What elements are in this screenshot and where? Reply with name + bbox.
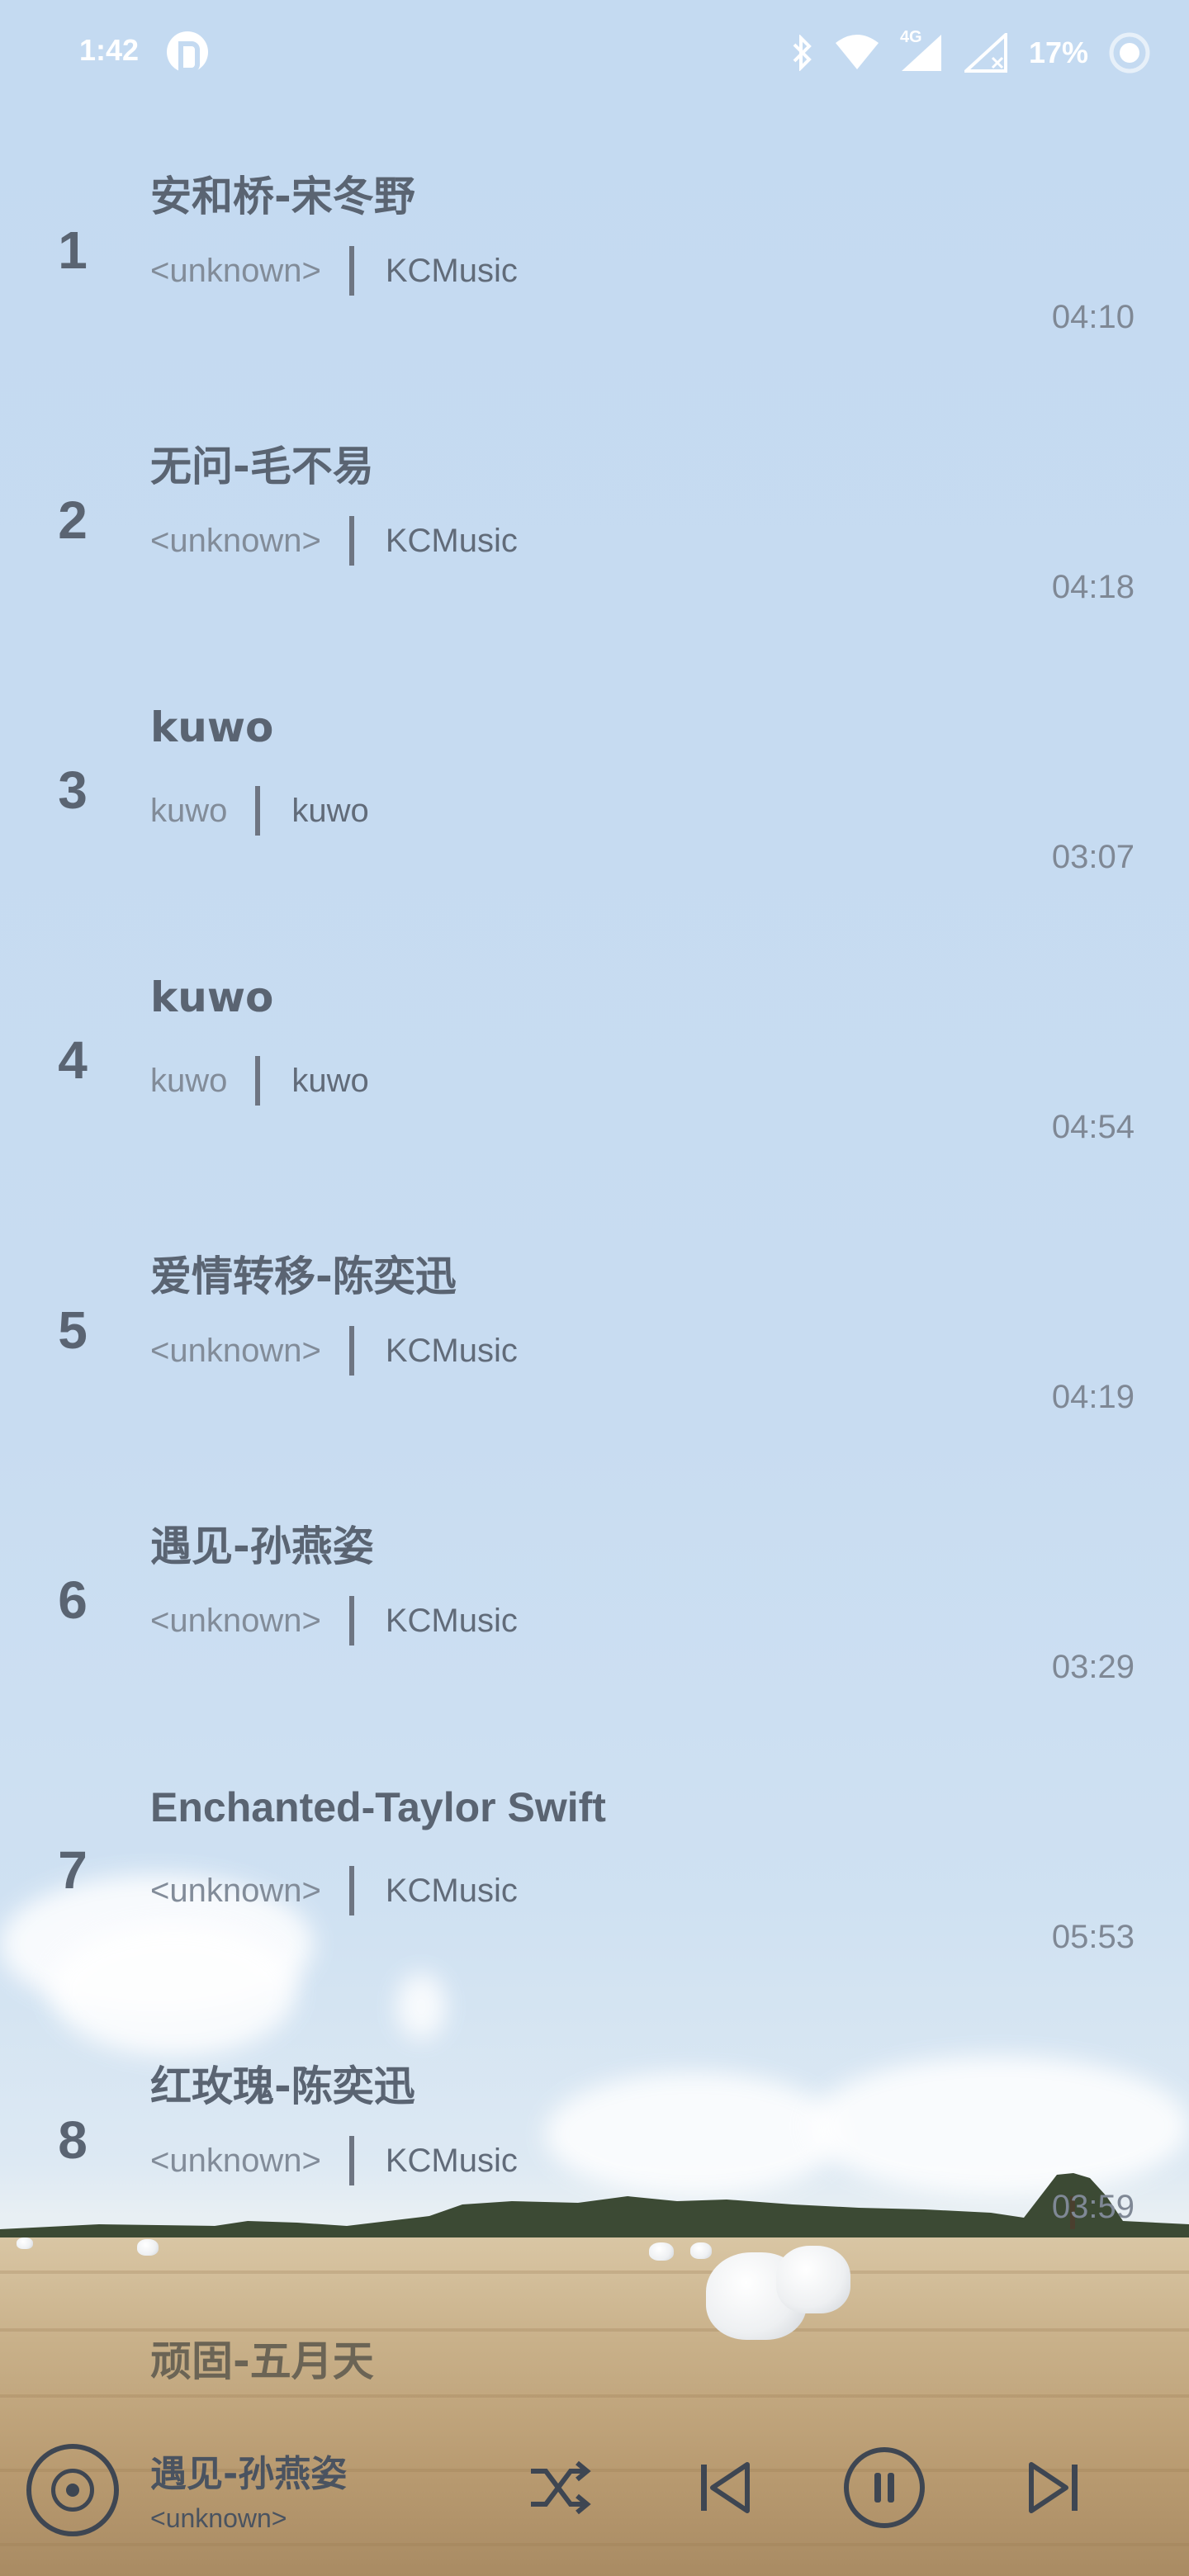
play-pause-button[interactable] xyxy=(839,2442,930,2533)
divider xyxy=(348,1866,354,1915)
song-artist: kuwo xyxy=(150,1062,228,1099)
list-item[interactable]: 1 安和桥-宋冬野 <unknown> KCMusic 04:10 xyxy=(0,140,1189,410)
song-title: 无问-毛不易 xyxy=(150,443,374,490)
shuffle-icon xyxy=(531,2460,591,2515)
song-album: kuwo xyxy=(291,1062,369,1099)
song-title: kuwo xyxy=(150,973,274,1021)
song-duration: 04:54 xyxy=(1051,1109,1135,1145)
song-duration: 04:19 xyxy=(1051,1379,1135,1415)
divider xyxy=(348,246,354,296)
previous-button[interactable] xyxy=(679,2442,770,2533)
song-artist: <unknown> xyxy=(150,1332,321,1369)
list-item[interactable]: 4 kuwo kuwo kuwo 04:54 xyxy=(0,950,1189,1220)
wifi-icon xyxy=(834,35,880,71)
divider xyxy=(255,1056,261,1106)
song-meta: <unknown> KCMusic xyxy=(150,1596,518,1646)
network-type-label: 4G xyxy=(899,28,922,46)
status-icons: 4G 17% xyxy=(789,28,1151,78)
song-album: KCMusic xyxy=(385,1332,518,1369)
list-item[interactable]: 3 kuwo kuwo kuwo 03:07 xyxy=(0,680,1189,950)
song-duration: 03:29 xyxy=(1051,1649,1135,1685)
song-album: KCMusic xyxy=(385,252,518,289)
disc-icon[interactable] xyxy=(26,2444,119,2536)
track-number: 6 xyxy=(58,1570,88,1630)
status-time: 1:42 xyxy=(79,33,140,67)
song-duration: 03:07 xyxy=(1051,839,1135,875)
divider xyxy=(348,1596,354,1646)
list-item[interactable]: 8 红玫瑰-陈奕迅 <unknown> KCMusic 03:59 xyxy=(0,2030,1189,2300)
no-signal-icon xyxy=(964,33,1009,73)
divider xyxy=(255,786,261,836)
song-artist: kuwo xyxy=(150,792,228,829)
song-title: 红玫瑰-陈奕迅 xyxy=(150,2062,415,2110)
track-number: 5 xyxy=(58,1300,88,1360)
song-duration: 04:10 xyxy=(1051,299,1135,335)
song-artist: <unknown> xyxy=(150,1872,321,1909)
song-duration: 03:59 xyxy=(1051,2189,1135,2225)
track-number: 3 xyxy=(58,760,88,820)
now-playing-title: 遇见-孙燕姿 xyxy=(150,2453,348,2495)
bluetooth-icon xyxy=(789,35,814,71)
song-meta: kuwo kuwo xyxy=(150,1056,369,1106)
player-bar: 遇见-孙燕姿 <unknown> xyxy=(0,2419,1189,2576)
cellular-signal-icon: 4G xyxy=(900,28,945,73)
divider xyxy=(348,1326,354,1376)
song-title: 安和桥-宋冬野 xyxy=(150,173,415,220)
divider xyxy=(348,2136,354,2185)
song-meta: <unknown> KCMusic xyxy=(150,1866,518,1915)
song-meta: <unknown> KCMusic xyxy=(150,1326,518,1376)
track-number: 7 xyxy=(58,1840,88,1900)
song-album: KCMusic xyxy=(385,1602,518,1639)
song-title: 顽固-五月天 xyxy=(150,2337,374,2385)
song-title: 遇见-孙燕姿 xyxy=(150,1522,374,1570)
song-list: 1 安和桥-宋冬野 <unknown> KCMusic 04:10 2 无问-毛… xyxy=(0,140,1189,2570)
track-number: 4 xyxy=(58,1030,88,1090)
list-item[interactable]: 5 爱情转移-陈奕迅 <unknown> KCMusic 04:19 xyxy=(0,1220,1189,1490)
song-album: KCMusic xyxy=(385,522,518,559)
list-item[interactable]: 7 Enchanted-Taylor Swift <unknown> KCMus… xyxy=(0,1760,1189,2030)
divider xyxy=(348,516,354,566)
app-notification-icon xyxy=(167,31,208,73)
song-artist: <unknown> xyxy=(150,2142,321,2179)
song-meta: kuwo kuwo xyxy=(150,786,369,836)
song-meta: <unknown> KCMusic xyxy=(150,246,518,296)
track-number: 1 xyxy=(58,220,88,280)
pause-icon xyxy=(844,2447,925,2528)
battery-icon xyxy=(1108,31,1151,74)
song-duration: 04:18 xyxy=(1051,569,1135,605)
song-duration: 05:53 xyxy=(1051,1919,1135,1955)
shuffle-button[interactable] xyxy=(514,2442,604,2533)
skip-previous-icon xyxy=(701,2462,750,2513)
list-item[interactable]: 2 无问-毛不易 <unknown> KCMusic 04:18 xyxy=(0,410,1189,680)
song-title: 爱情转移-陈奕迅 xyxy=(150,1252,457,1300)
song-title: Enchanted-Taylor Swift xyxy=(150,1784,606,1830)
song-meta: <unknown> KCMusic xyxy=(150,2136,518,2185)
song-artist: <unknown> xyxy=(150,252,321,289)
song-artist: <unknown> xyxy=(150,1602,321,1639)
song-album: KCMusic xyxy=(385,1872,518,1909)
song-artist: <unknown> xyxy=(150,522,321,559)
battery-percent: 17% xyxy=(1028,36,1088,69)
track-number: 8 xyxy=(58,2110,88,2170)
song-album: KCMusic xyxy=(385,2142,518,2179)
song-meta: <unknown> KCMusic xyxy=(150,516,518,566)
skip-next-icon xyxy=(1029,2462,1078,2513)
list-item[interactable]: 6 遇见-孙燕姿 <unknown> KCMusic 03:29 xyxy=(0,1490,1189,1760)
status-bar: 1:42 4G 17% xyxy=(0,0,1189,104)
track-number: 2 xyxy=(58,490,88,550)
now-playing-artist: <unknown> xyxy=(150,2503,287,2533)
song-album: kuwo xyxy=(291,792,369,829)
next-button[interactable] xyxy=(1009,2442,1100,2533)
song-title: kuwo xyxy=(150,703,274,751)
